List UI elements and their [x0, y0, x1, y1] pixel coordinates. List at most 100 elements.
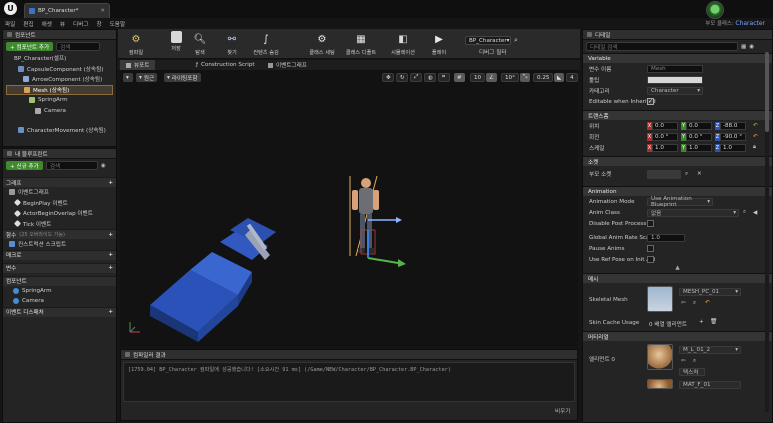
browse-button[interactable]: 🔍︎ 탐색	[184, 31, 216, 57]
details-scrollbar[interactable]	[765, 52, 769, 412]
scrollbar-thumb[interactable]	[765, 52, 769, 132]
simulate-button[interactable]: ◧ 시뮬레이션	[386, 31, 420, 57]
rotation-y[interactable]: Y 0.0 °	[681, 132, 712, 141]
var-camera[interactable]: Camera	[3, 296, 116, 307]
category-variables[interactable]: 변수 +	[3, 262, 116, 273]
component-movement[interactable]: CharacterMovement (상속됨)	[6, 125, 113, 136]
category-functions[interactable]: 함수 (25 오버라이드 가능) +	[3, 229, 116, 239]
anim-mode-select[interactable]: Use Animation Blueprint ▾	[647, 196, 713, 208]
my-blueprint-search-input[interactable]: 검색	[45, 161, 98, 170]
section-animation[interactable]: Animation	[583, 186, 772, 196]
location-z[interactable]: Z -88.0	[715, 121, 746, 130]
category-dispatchers[interactable]: 이벤트 디스패처 +	[3, 306, 116, 317]
add-macro-icon[interactable]: +	[108, 252, 113, 258]
viewport[interactable]: ▾ ▾ 원근 ▾ 라이팅포함 ✥ ↻ ⤢ ◍ ⌗ # 10 ∠ 10° ⤡ 0.25…	[120, 70, 578, 347]
add-dispatcher-icon[interactable]: +	[108, 309, 113, 315]
parent-socket-field[interactable]	[647, 169, 681, 179]
menu-view[interactable]: 뷰	[60, 20, 65, 28]
category-select[interactable]: Character ▾	[647, 86, 703, 95]
category-components[interactable]: 컴포넌트	[3, 275, 116, 286]
use-selected-icon[interactable]: ◀	[753, 210, 757, 216]
close-tab-icon[interactable]: ✕	[100, 8, 105, 14]
menu-asset[interactable]: 애셋	[42, 20, 52, 28]
skeletal-mesh-thumbnail[interactable]	[647, 286, 673, 312]
eye-icon[interactable]: ◉	[101, 163, 106, 169]
component-mesh[interactable]: Mesh (상속됨)	[6, 84, 113, 95]
menu-file[interactable]: 파일	[5, 20, 15, 28]
rotation-x[interactable]: X 0.0 °	[647, 132, 678, 141]
grid-view-icon[interactable]: ▦	[741, 44, 746, 50]
play-button[interactable]: ▶ 플레이	[424, 31, 454, 57]
variable-name-field[interactable]: Mesh	[647, 64, 703, 73]
debug-object-select[interactable]: BP_Character ▾	[465, 36, 511, 45]
delete-icon[interactable]: 🗑︎	[710, 319, 717, 325]
tooltip-field[interactable]	[647, 75, 703, 84]
section-mesh[interactable]: 메시	[583, 273, 772, 283]
construction-script-item[interactable]: 컨스트럭션 스크립트	[3, 239, 116, 250]
material0-thumbnail[interactable]	[647, 344, 673, 370]
editable-checkbox[interactable]: ✓	[647, 98, 654, 105]
section-material[interactable]: 머티리얼	[583, 331, 772, 341]
ref-pose-checkbox[interactable]	[647, 256, 654, 263]
material0-select[interactable]: M_L_01_2 ▾	[679, 346, 741, 354]
section-socket[interactable]: 소켓	[583, 156, 772, 166]
material1-thumbnail[interactable]	[647, 379, 673, 389]
avatar[interactable]	[706, 1, 724, 19]
parent-class-link[interactable]: Character	[735, 20, 765, 27]
add-element-icon[interactable]: +	[699, 319, 704, 325]
event-item-overlap[interactable]: ActorBeginOverlap 이벤트	[3, 208, 116, 219]
category-macros[interactable]: 매크로 +	[3, 249, 116, 260]
components-search-input[interactable]: 검색	[56, 42, 101, 51]
rate-scale-field[interactable]: 1.0	[647, 233, 685, 242]
disable-post-checkbox[interactable]	[647, 220, 654, 227]
menu-window[interactable]: 창	[97, 20, 102, 28]
rotation-z[interactable]: Z -90.0 °	[715, 132, 746, 141]
scale-x[interactable]: X 1.0	[647, 143, 678, 152]
browse-icon[interactable]: ⌕	[693, 300, 696, 307]
add-variable-icon[interactable]: +	[108, 265, 113, 271]
event-item-tick[interactable]: Tick 이벤트	[3, 219, 116, 230]
use-selected-icon[interactable]: ⇦	[681, 358, 686, 364]
section-transform[interactable]: 트랜스폼	[583, 110, 772, 120]
component-capsule[interactable]: CapsuleComponent (상속됨)	[6, 64, 113, 75]
skeletal-mesh-select[interactable]: MESH_PC_01 ▾	[679, 288, 741, 296]
location-x[interactable]: X 0.0	[647, 121, 678, 130]
class-settings-button[interactable]: ⚙ 클래스 세팅	[304, 31, 340, 57]
search-icon[interactable]: ⌕	[514, 36, 518, 45]
add-function-icon[interactable]: +	[108, 232, 113, 238]
component-arrow[interactable]: ArrowComponent (상속됨)	[6, 74, 113, 85]
search-icon[interactable]: ⌕	[685, 171, 688, 178]
component-camera[interactable]: Camera	[6, 106, 113, 117]
section-variable[interactable]: Variable	[583, 53, 772, 63]
eye-icon[interactable]: ◉	[749, 44, 754, 50]
anim-class-select[interactable]: 없음 ▾	[647, 208, 739, 217]
menu-debug[interactable]: 디버그	[73, 20, 88, 28]
tab-viewport[interactable]: 뷰포트	[120, 60, 156, 70]
clear-log-button[interactable]: 비우기	[555, 407, 570, 415]
compile-button[interactable]: ⚙ 컴파일	[120, 31, 152, 57]
event-graph-item[interactable]: 이벤트그래프	[3, 187, 116, 198]
category-graphs[interactable]: 그래프 +	[3, 177, 116, 187]
add-new-button[interactable]: + 신규 추가	[6, 161, 43, 170]
browse-icon[interactable]: ⌕	[693, 358, 696, 365]
tab-construction-script[interactable]: ƒ Construction Script	[190, 60, 261, 70]
add-graph-icon[interactable]: +	[108, 180, 113, 186]
location-y[interactable]: Y 0.0	[681, 121, 712, 130]
clear-icon[interactable]: ✕	[697, 171, 702, 177]
scale-z[interactable]: Z 1.0	[715, 143, 746, 152]
menu-help[interactable]: 도움말	[110, 20, 125, 28]
hide-content-button[interactable]: ∫ 컨텐츠 숨김	[244, 31, 288, 57]
component-springarm[interactable]: SpringArm	[6, 95, 113, 106]
reset-icon[interactable]: ↶	[753, 123, 758, 129]
expand-advanced-icon[interactable]: ▲	[583, 265, 772, 273]
lock-icon[interactable]: 🔒︎	[753, 144, 756, 151]
document-tab[interactable]: BP_Character* ✕	[24, 3, 110, 18]
use-selected-icon[interactable]: ⇦	[681, 300, 686, 306]
reset-icon[interactable]: ↶	[753, 134, 758, 140]
material1-select[interactable]: MAT_F_01	[679, 381, 741, 389]
material0-texture-select[interactable]: 텍스처	[679, 368, 705, 376]
component-root[interactable]: BP_Character(셀프)	[6, 53, 113, 64]
class-defaults-button[interactable]: ▦ 클래스 디폴트	[342, 31, 380, 57]
pause-anims-checkbox[interactable]	[647, 245, 654, 252]
var-springarm[interactable]: SpringArm	[3, 286, 116, 297]
